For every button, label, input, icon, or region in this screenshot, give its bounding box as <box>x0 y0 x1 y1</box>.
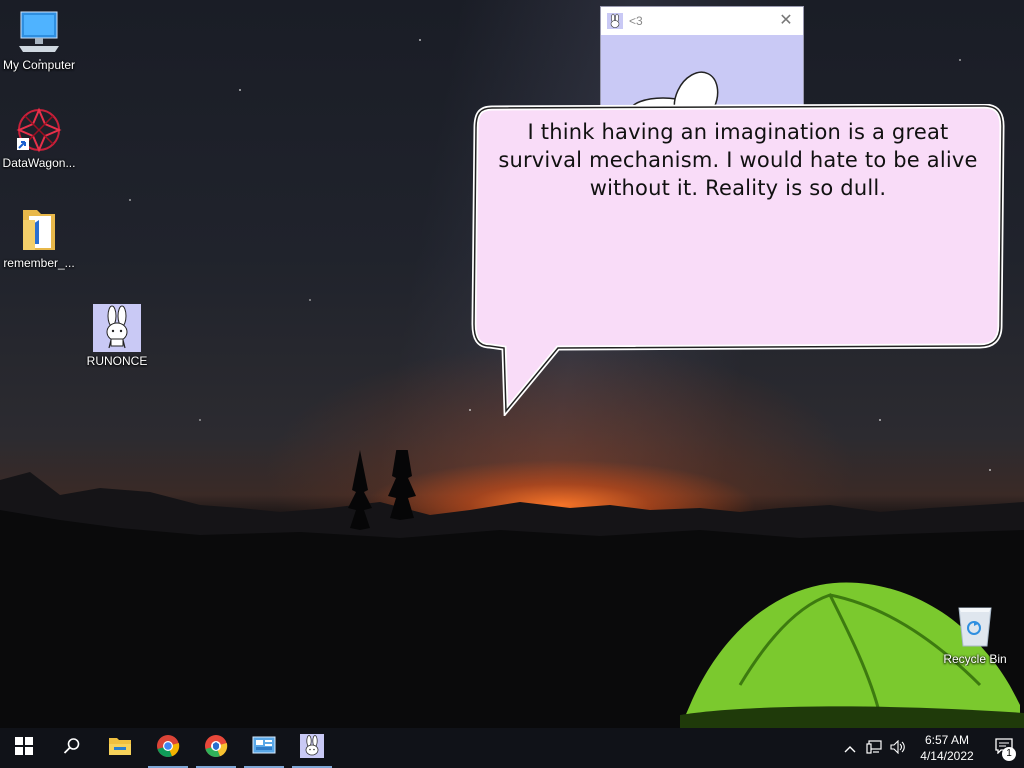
clock-date: 4/14/2022 <box>920 749 974 763</box>
bunny-character <box>630 71 719 109</box>
chrome-icon <box>156 734 180 763</box>
datawagon-icon <box>15 106 63 154</box>
taskbar-clock[interactable]: 6:57 AM 4/14/2022 <box>910 732 984 764</box>
file-explorer-icon <box>108 736 132 761</box>
bunny-app-icon <box>607 13 623 29</box>
control-panel-icon <box>252 735 276 762</box>
taskbar-secure-browser[interactable] <box>192 728 240 768</box>
show-hidden-icons-button[interactable] <box>838 728 862 768</box>
speech-bubble-text: I think having an imagination is a great… <box>498 120 978 200</box>
desktop-icon-datawagon[interactable]: DataWagon... <box>0 106 78 170</box>
desktop-icon-runonce[interactable]: RUNONCE <box>78 304 156 368</box>
computer-icon <box>15 8 63 56</box>
secure-browser-icon <box>204 734 228 763</box>
volume-button[interactable] <box>886 728 910 768</box>
search-button[interactable] <box>48 728 96 768</box>
bunny-app-icon <box>300 733 324 763</box>
action-center-button[interactable]: 1 <box>984 728 1024 768</box>
desktop-icon-my-computer[interactable]: My Computer <box>0 8 78 72</box>
bunny-window[interactable]: <3 ✕ <box>600 6 804 110</box>
search-icon <box>63 737 81 760</box>
clock-time: 6:57 AM <box>924 733 970 747</box>
bunny-icon <box>93 304 141 352</box>
bunny-window-title: <3 <box>629 14 643 28</box>
speech-bubble: I think having an imagination is a great… <box>470 103 1006 418</box>
desktop-icon-label: RUNONCE <box>86 354 148 368</box>
close-icon[interactable]: ✕ <box>775 10 797 32</box>
notification-count-badge: 1 <box>1002 747 1016 761</box>
taskbar-control-panel[interactable] <box>240 728 288 768</box>
system-tray: 6:57 AM 4/14/2022 1 <box>838 728 1024 768</box>
folder-icon <box>15 206 63 254</box>
windows-start-icon <box>15 736 33 760</box>
recycle-bin-icon <box>951 602 999 650</box>
chevron-up-icon <box>844 741 856 756</box>
taskbar: 6:57 AM 4/14/2022 1 <box>0 728 1024 768</box>
taskbar-file-explorer[interactable] <box>96 728 144 768</box>
desktop-icon-label: DataWagon... <box>2 156 76 170</box>
taskbar-bunny-app[interactable] <box>288 728 336 768</box>
desktop-icon-remember-folder[interactable]: remember_... <box>0 206 78 270</box>
bunny-window-titlebar[interactable]: <3 ✕ <box>601 7 803 35</box>
desktop-icon-label: My Computer <box>2 58 76 72</box>
desktop-icon-label: Recycle Bin <box>943 652 1007 666</box>
network-icon <box>866 739 882 757</box>
network-button[interactable] <box>862 728 886 768</box>
speaker-icon <box>890 739 906 757</box>
start-button[interactable] <box>0 728 48 768</box>
taskbar-chrome[interactable] <box>144 728 192 768</box>
desktop-icon-label: remember_... <box>3 256 75 270</box>
desktop-icon-recycle-bin[interactable]: Recycle Bin <box>936 602 1014 666</box>
